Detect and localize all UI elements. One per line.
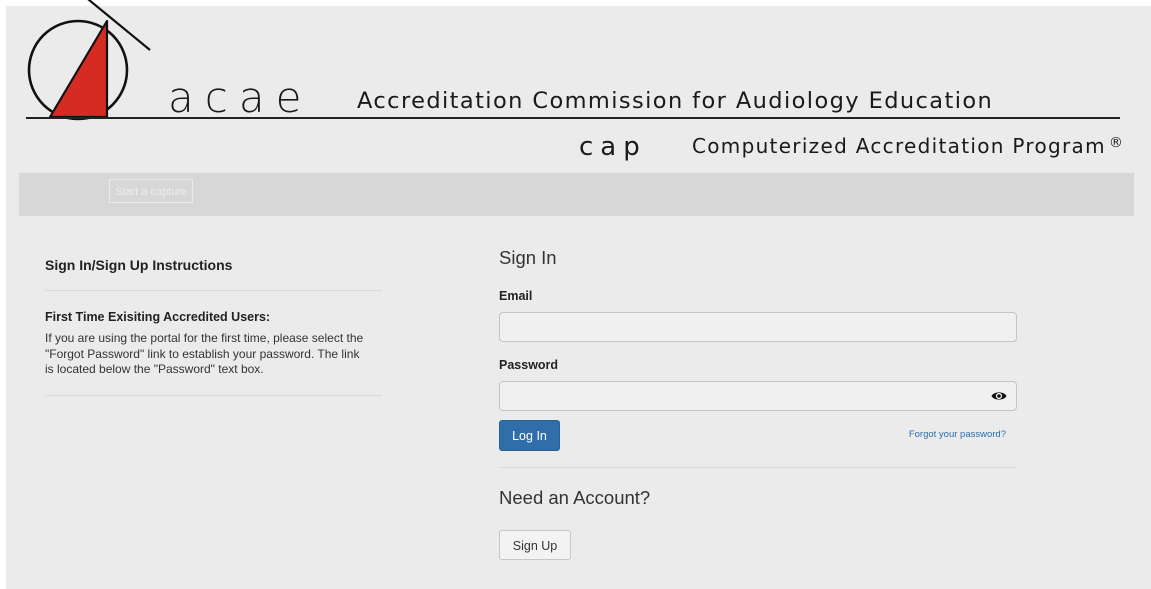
- program-name-text: Computerized Accreditation Program: [692, 134, 1106, 158]
- signup-button[interactable]: Sign Up: [499, 530, 571, 560]
- email-label: Email: [499, 289, 533, 303]
- instructions-title: Sign In/Sign Up Instructions: [45, 257, 233, 273]
- instructions-panel: Sign In/Sign Up Instructions First Time …: [45, 255, 382, 396]
- instructions-divider: [45, 290, 382, 291]
- program-acronym: cap: [579, 132, 647, 162]
- instructions-subtitle: First Time Exisiting Accredited Users:: [45, 310, 271, 324]
- password-label: Password: [499, 358, 559, 372]
- need-account-heading: Need an Account?: [499, 487, 651, 508]
- forgot-password-link[interactable]: Forgot your password?: [909, 429, 1006, 441]
- signin-divider: [499, 467, 1017, 468]
- signin-form: Sign In Email Password Log In Forgot you…: [499, 247, 1017, 560]
- start-capture-button[interactable]: Start a capture: [109, 179, 194, 203]
- email-field[interactable]: [499, 312, 1017, 342]
- login-button[interactable]: Log In: [499, 420, 560, 451]
- registered-mark: ®: [1108, 135, 1123, 151]
- eye-icon[interactable]: [991, 390, 1007, 402]
- instructions-body: If you are using the portal for the firs…: [45, 331, 364, 376]
- logo-acronym: acae: [168, 73, 313, 122]
- acae-logo: [27, 0, 151, 121]
- organization-name: Accreditation Commission for Audiology E…: [357, 88, 994, 114]
- instructions-divider-bottom: [45, 394, 382, 396]
- header-rule: [26, 117, 1120, 119]
- password-field[interactable]: [499, 381, 1017, 411]
- program-name: Computerized Accreditation Program ®: [692, 136, 1123, 156]
- signin-title: Sign In: [499, 247, 557, 268]
